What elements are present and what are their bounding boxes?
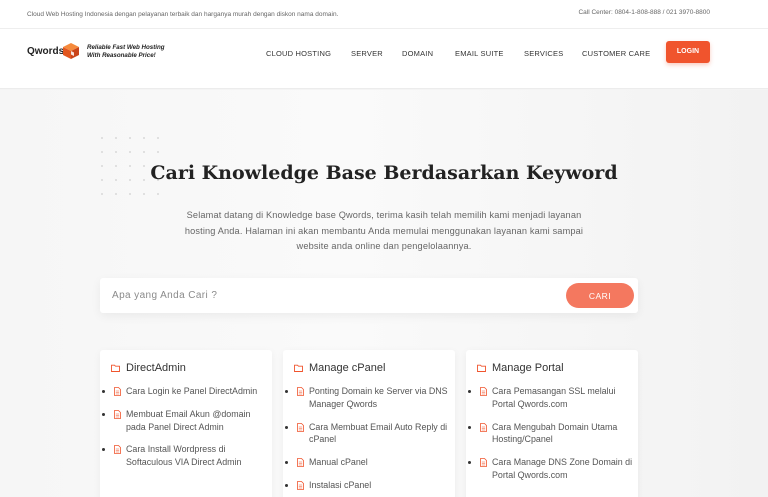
folder-icon xyxy=(477,364,486,372)
article-title: Cara Mengubah Domain Utama Hosting/Cpane… xyxy=(492,421,618,445)
decorative-dot xyxy=(101,151,103,153)
article-title: Cara Manage DNS Zone Domain di Portal Qw… xyxy=(492,457,633,480)
site-tagline: Cloud Web Hosting Indonesia dengan pelay… xyxy=(27,11,339,18)
decorative-dot xyxy=(157,151,159,153)
call-center-info: Call Center: 0804-1-808-888 / 021 3970-8… xyxy=(578,9,710,16)
decorative-dot xyxy=(143,137,145,139)
decorative-dot xyxy=(101,193,103,195)
article-title: Instalasi cPanel xyxy=(309,479,372,490)
decorative-dot xyxy=(129,151,131,153)
document-icon xyxy=(480,458,487,468)
article-list: Cara Pemasangan SSL melalui Portal Qword… xyxy=(468,385,635,492)
decorative-dot xyxy=(115,151,117,153)
search-input[interactable] xyxy=(112,287,552,304)
nav-email-suite[interactable]: EMAIL SUITE xyxy=(455,49,504,58)
bullet-icon xyxy=(285,483,288,487)
article-title: Cara Login ke Panel DirectAdmin xyxy=(126,386,258,396)
bullet-icon xyxy=(285,425,288,429)
decorative-dot xyxy=(115,137,117,139)
bullet-icon xyxy=(468,425,471,429)
decorative-dot xyxy=(157,193,159,195)
decorative-dot xyxy=(115,193,117,195)
site-logo[interactable]: Qwords Reliable Fast Web Hosting With Re… xyxy=(27,40,177,62)
search-button[interactable]: CARI xyxy=(566,283,634,308)
top-info-bar: Cloud Web Hosting Indonesia dengan pelay… xyxy=(0,0,768,29)
page-title: Cari Knowledge Base Berdasarkan Keyword xyxy=(150,162,618,184)
bullet-icon xyxy=(102,448,105,452)
bullet-icon xyxy=(468,390,471,393)
folder-icon xyxy=(111,364,120,372)
decorative-dot xyxy=(157,137,159,139)
decorative-dot xyxy=(143,151,145,153)
article-list: Cara Login ke Panel DirectAdmin Membuat … xyxy=(102,385,269,479)
logo-slogan-line1: Reliable Fast Web Hosting xyxy=(87,44,165,51)
bullet-icon xyxy=(102,412,105,416)
article-title: Cara Membuat Email Auto Reply di cPanel xyxy=(309,421,448,445)
document-icon xyxy=(297,422,304,432)
document-icon xyxy=(297,387,304,396)
nav-server[interactable]: SERVER xyxy=(351,49,383,58)
folder-icon xyxy=(294,364,303,372)
decorative-dot xyxy=(101,137,103,139)
decorative-dot xyxy=(129,193,131,195)
login-button[interactable]: LOGIN xyxy=(666,41,710,63)
document-icon xyxy=(114,409,121,419)
article-link[interactable]: Manual cPanel xyxy=(285,456,452,469)
document-icon xyxy=(297,481,304,490)
logo-wordmark: Qwords xyxy=(27,46,65,57)
article-title: Membuat Email Akun @domain pada Panel Di… xyxy=(126,408,251,432)
category-card-manage-cpanel: Manage cPanel Ponting Domain ke Server v… xyxy=(283,350,455,497)
logo-slogan: Reliable Fast Web Hosting With Reasonabl… xyxy=(87,44,165,60)
card-title: DirectAdmin xyxy=(126,362,186,374)
bullet-icon xyxy=(468,461,471,465)
nav-services[interactable]: SERVICES xyxy=(524,49,563,58)
site-header: Qwords Reliable Fast Web Hosting With Re… xyxy=(0,29,768,89)
hero-description: Selamat datang di Knowledge base Qwords,… xyxy=(184,210,584,251)
bullet-icon xyxy=(285,461,288,465)
bullet-icon xyxy=(285,390,288,393)
article-title: Manual cPanel xyxy=(309,457,368,468)
decorative-dot xyxy=(143,193,145,195)
article-link[interactable]: Instalasi cPanel xyxy=(285,479,452,492)
card-title: Manage cPanel xyxy=(309,362,386,374)
article-link[interactable]: Cara Mengubah Domain Utama Hosting/Cpane… xyxy=(468,421,635,447)
article-title: Ponting Domain ke Server via DNS Manager… xyxy=(309,386,448,409)
article-link[interactable]: Membuat Email Akun @domain pada Panel Di… xyxy=(102,408,269,434)
article-link[interactable]: Cara Pemasangan SSL melalui Portal Qword… xyxy=(468,385,635,411)
nav-domain[interactable]: DOMAIN xyxy=(402,49,433,58)
decorative-dot xyxy=(129,137,131,139)
article-link[interactable]: Ponting Domain ke Server via DNS Manager… xyxy=(285,385,452,411)
search-bar: CARI xyxy=(100,278,638,313)
document-icon xyxy=(297,458,304,468)
article-list: Ponting Domain ke Server via DNS Manager… xyxy=(285,385,452,497)
article-link[interactable]: Cara Manage DNS Zone Domain di Portal Qw… xyxy=(468,456,635,482)
article-link[interactable]: Cara Membuat Email Auto Reply di cPanel xyxy=(285,421,452,447)
article-title: Cara Pemasangan SSL melalui Portal Qword… xyxy=(492,386,616,409)
bullet-icon xyxy=(102,390,105,393)
logo-slogan-line2: With Reasonable Price! xyxy=(87,52,156,59)
document-icon xyxy=(114,387,121,396)
category-card-manage-portal: Manage Portal Cara Pemasangan SSL melalu… xyxy=(466,350,638,497)
document-icon xyxy=(480,422,487,432)
category-card-directadmin: DirectAdmin Cara Login ke Panel DirectAd… xyxy=(100,350,272,497)
nav-customer-care[interactable]: CUSTOMER CARE xyxy=(582,49,650,58)
article-title: Cara Install Wordpress di Softaculous VI… xyxy=(126,444,242,468)
document-icon xyxy=(114,445,121,455)
article-link[interactable]: Cara Install Wordpress di Softaculous VI… xyxy=(102,443,269,469)
nav-cloud-hosting[interactable]: CLOUD HOSTING xyxy=(266,49,331,58)
logo-cube-icon xyxy=(63,43,79,59)
card-title: Manage Portal xyxy=(492,362,564,374)
document-icon xyxy=(480,387,487,396)
article-link[interactable]: Cara Login ke Panel DirectAdmin xyxy=(102,385,269,398)
